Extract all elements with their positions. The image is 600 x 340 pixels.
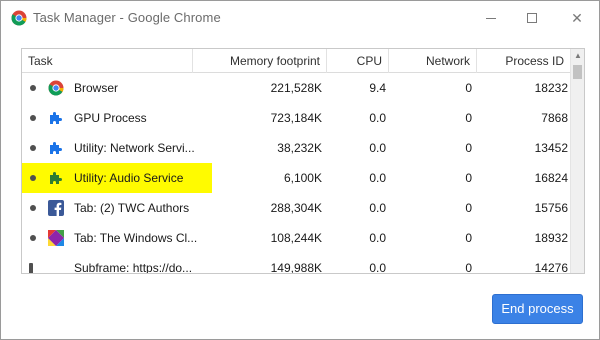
task-manager-window: Task Manager - Google Chrome ✕ Task Memo… — [0, 0, 600, 340]
vertical-scrollbar[interactable]: ▲ — [570, 49, 584, 273]
twc-logo-icon — [48, 230, 64, 246]
task-name: GPU Process — [74, 111, 147, 125]
cpu-cell: 0.0 — [369, 231, 386, 245]
row-bullet — [30, 235, 36, 241]
chrome-icon — [11, 10, 27, 26]
memory-cell: 149,988K — [270, 261, 322, 274]
process-id-cell: 18232 — [534, 81, 568, 95]
process-id-cell: 13452 — [534, 141, 568, 155]
puzzle-icon — [50, 142, 62, 154]
close-button[interactable]: ✕ — [557, 1, 597, 35]
process-id-cell: 15756 — [534, 201, 568, 215]
cpu-cell: 0.0 — [369, 141, 386, 155]
process-id-cell: 16824 — [534, 171, 568, 185]
page-icon — [29, 263, 33, 273]
process-table: Task Memory footprint CPU Network Proces… — [21, 48, 585, 274]
table-row[interactable]: Subframe: https://do... 149,988K 0.0 0 1… — [22, 253, 570, 274]
cpu-cell: 0.0 — [369, 261, 386, 274]
task-name: Tab: The Windows Cl... — [74, 231, 198, 245]
memory-cell: 38,232K — [277, 141, 322, 155]
column-header-task[interactable]: Task — [22, 49, 192, 73]
network-cell: 0 — [465, 81, 472, 95]
network-cell: 0 — [465, 171, 472, 185]
process-id-cell: 7868 — [541, 111, 568, 125]
puzzle-icon — [50, 172, 62, 184]
network-cell: 0 — [465, 141, 472, 155]
column-header-process-id[interactable]: Process ID — [476, 49, 570, 73]
minimize-icon — [486, 17, 496, 19]
task-name: Utility: Audio Service — [74, 171, 184, 185]
table-header: Task Memory footprint CPU Network Proces… — [22, 49, 570, 73]
close-icon: ✕ — [571, 9, 583, 26]
table-row[interactable]: Tab: (2) TWC Authors 288,304K 0.0 0 1575… — [22, 193, 570, 223]
facebook-icon — [48, 200, 64, 216]
row-bullet — [30, 85, 36, 91]
end-process-button[interactable]: End process — [492, 294, 583, 324]
network-cell: 0 — [465, 111, 472, 125]
row-bullet — [30, 115, 36, 121]
table-row[interactable]: Tab: The Windows Cl... 108,244K 0.0 0 18… — [22, 223, 570, 253]
window-title: Task Manager - Google Chrome — [33, 10, 221, 25]
task-name: Tab: (2) TWC Authors — [74, 201, 190, 215]
scroll-up-arrow-icon[interactable]: ▲ — [571, 49, 584, 63]
network-cell: 0 — [465, 201, 472, 215]
column-header-cpu[interactable]: CPU — [326, 49, 388, 73]
puzzle-icon — [50, 112, 62, 124]
memory-cell: 108,244K — [270, 231, 322, 245]
row-bullet — [30, 205, 36, 211]
column-header-memory[interactable]: Memory footprint — [192, 49, 326, 73]
table-row[interactable]: GPU Process 723,184K 0.0 0 7868 — [22, 103, 570, 133]
cpu-cell: 9.4 — [369, 81, 386, 95]
cpu-cell: 0.0 — [369, 201, 386, 215]
memory-cell: 723,184K — [270, 111, 322, 125]
network-cell: 0 — [465, 261, 472, 274]
table-row[interactable]: Utility: Audio Service 6,100K 0.0 0 1682… — [22, 163, 570, 193]
title-bar[interactable]: Task Manager - Google Chrome ✕ — [1, 1, 599, 35]
process-id-cell: 14276 — [534, 261, 568, 274]
maximize-icon — [527, 13, 537, 23]
chrome-icon — [48, 80, 64, 96]
maximize-button[interactable] — [512, 1, 552, 35]
scrollbar-thumb[interactable] — [573, 65, 582, 79]
table-row[interactable]: Utility: Network Servi... 38,232K 0.0 0 … — [22, 133, 570, 163]
column-header-network[interactable]: Network — [388, 49, 476, 73]
table-row[interactable]: Browser 221,528K 9.4 0 18232 — [22, 73, 570, 103]
cpu-cell: 0.0 — [369, 171, 386, 185]
row-bullet — [30, 145, 36, 151]
task-name: Utility: Network Servi... — [74, 141, 195, 155]
network-cell: 0 — [465, 231, 472, 245]
task-name: Subframe: https://do... — [74, 261, 193, 274]
process-id-cell: 18932 — [534, 231, 568, 245]
cpu-cell: 0.0 — [369, 111, 386, 125]
memory-cell: 6,100K — [283, 171, 322, 185]
minimize-button[interactable] — [471, 1, 511, 35]
memory-cell: 288,304K — [270, 201, 322, 215]
task-name: Browser — [74, 81, 119, 95]
memory-cell: 221,528K — [270, 81, 322, 95]
row-bullet — [30, 175, 36, 181]
